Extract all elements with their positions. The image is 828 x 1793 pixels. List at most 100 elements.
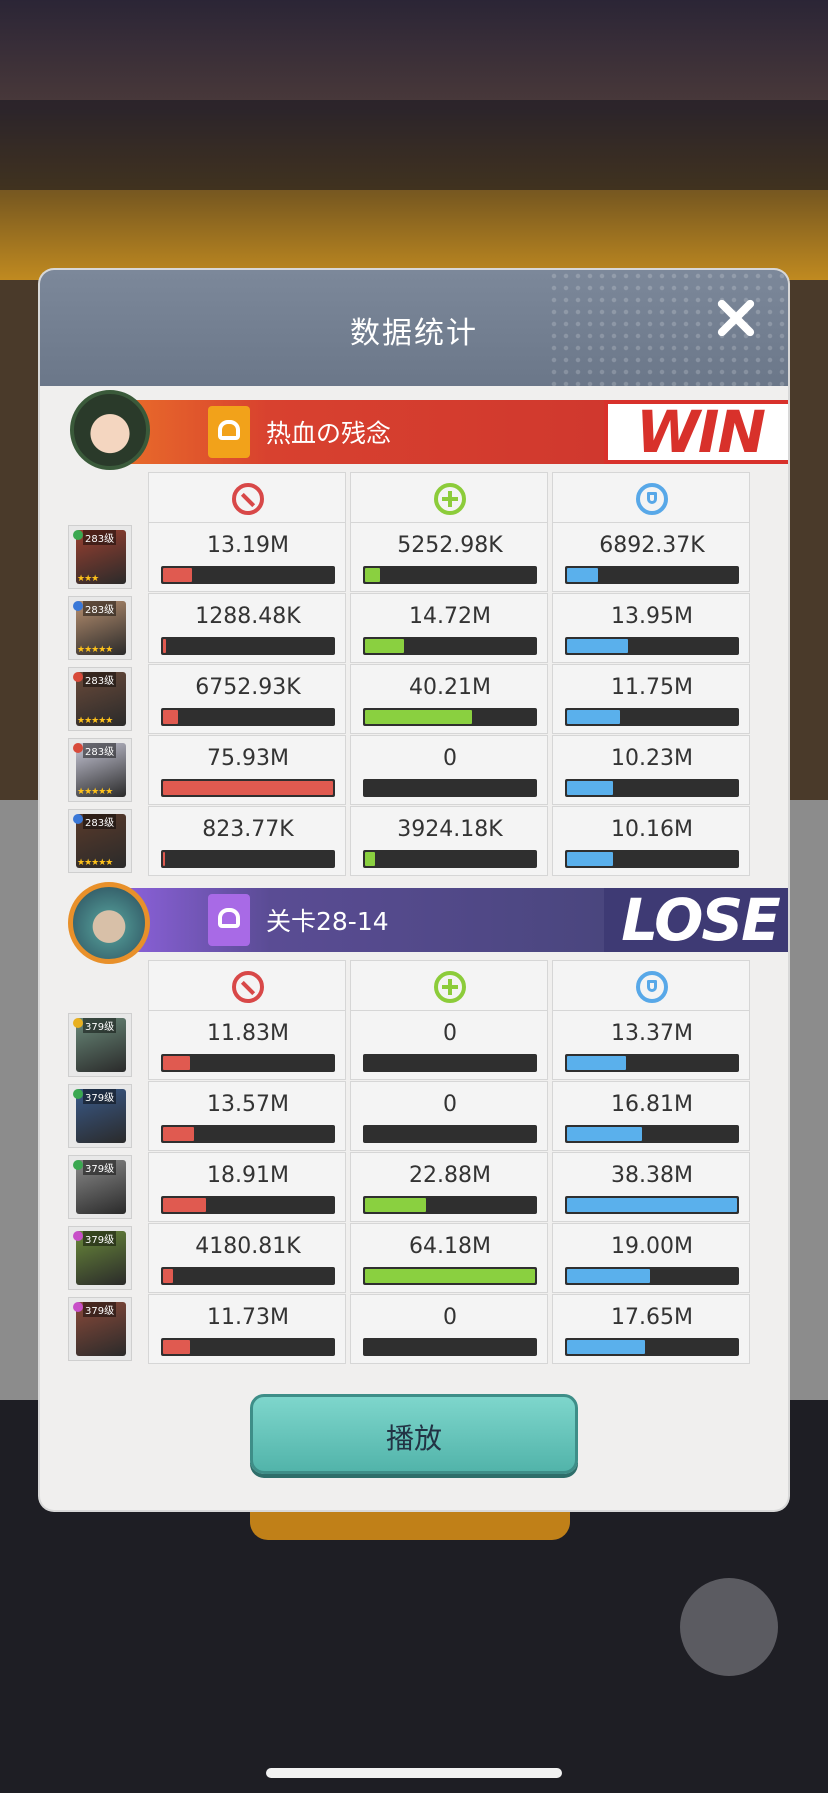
player-avatar [70, 390, 150, 470]
damage-bar [161, 1196, 335, 1214]
heal-cell: 0 [350, 1294, 548, 1364]
hero-level: 283级 [83, 672, 117, 687]
damage-bar [161, 708, 335, 726]
shield-bar [565, 779, 739, 797]
damage-cell: 13.57M [148, 1081, 346, 1151]
heal-icon [434, 483, 466, 515]
shield-bar-fill [567, 710, 620, 724]
shield-bar-fill [567, 1127, 642, 1141]
heal-cell: 14.72M [350, 593, 548, 663]
shield-bar [565, 708, 739, 726]
damage-bar [161, 779, 335, 797]
hero-portrait[interactable]: 283级 ★★★★★ [68, 596, 132, 660]
heal-bar [363, 850, 537, 868]
element-icon [73, 743, 83, 753]
element-icon [73, 1231, 83, 1241]
shield-cell: 13.95M [552, 593, 750, 663]
shield-value: 19.00M [611, 1234, 693, 1259]
hero-stars: ★★★★★ [77, 858, 113, 868]
shield-bar [565, 1267, 739, 1285]
hero-level: 379级 [83, 1089, 117, 1104]
shield-cell: 16.81M [552, 1081, 750, 1151]
shield-cell: 11.75M [552, 664, 750, 734]
heal-bar [363, 1338, 537, 1356]
heal-bar-fill [365, 568, 380, 582]
hero-portrait[interactable]: 379级 [68, 1013, 132, 1077]
hero-portrait[interactable]: 283级 ★★★★★ [68, 738, 132, 802]
heal-cell: 0 [350, 735, 548, 805]
damage-value: 823.77K [202, 817, 294, 842]
damage-value: 13.57M [207, 1092, 289, 1117]
shield-bar [565, 637, 739, 655]
heal-cell: 5252.98K [350, 522, 548, 592]
hero-stat-row: 283级 ★★★ 13.19M 5252.98K 6892.37K [68, 522, 788, 592]
damage-cell: 13.19M [148, 522, 346, 592]
damage-cell: 11.73M [148, 1294, 346, 1364]
damage-value: 1288.48K [195, 604, 301, 629]
heal-value: 22.88M [409, 1163, 491, 1188]
hero-portrait[interactable]: 283级 ★★★★★ [68, 809, 132, 873]
damage-value: 11.83M [207, 1021, 289, 1046]
shield-cell: 10.16M [552, 806, 750, 876]
dialog-title: 数据统计 [350, 316, 478, 351]
element-icon [73, 1160, 83, 1170]
heal-value: 5252.98K [397, 533, 503, 558]
shield-bar [565, 850, 739, 868]
shield-icon [636, 971, 668, 1003]
element-icon [73, 1302, 83, 1312]
heal-bar [363, 1267, 537, 1285]
hero-portrait[interactable]: 283级 ★★★★★ [68, 667, 132, 731]
damage-bar [161, 850, 335, 868]
shield-header [552, 472, 750, 524]
hero-stat-row: 379级 13.57M 0 16.81M [68, 1081, 788, 1151]
heal-cell: 22.88M [350, 1152, 548, 1222]
hero-stat-row: 379级 4180.81K 64.18M 19.00M [68, 1223, 788, 1293]
hero-portrait[interactable]: 379级 [68, 1155, 132, 1219]
heal-bar [363, 1125, 537, 1143]
heal-bar [363, 708, 537, 726]
damage-value: 18.91M [207, 1163, 289, 1188]
hero-portrait[interactable]: 379级 [68, 1226, 132, 1290]
enemy-avatar [68, 882, 150, 964]
hero-portrait[interactable]: 379级 [68, 1084, 132, 1148]
damage-cell: 823.77K [148, 806, 346, 876]
shield-icon [636, 483, 668, 515]
element-icon [73, 814, 83, 824]
hero-portrait[interactable]: 379级 [68, 1297, 132, 1361]
home-indicator [266, 1768, 562, 1778]
shield-bar-fill [567, 1269, 650, 1283]
hero-level: 379级 [83, 1018, 117, 1033]
element-icon [73, 672, 83, 682]
hero-stars: ★★★ [77, 574, 99, 584]
background-stats-fab [680, 1578, 778, 1676]
shield-bar-fill [567, 1056, 626, 1070]
heal-header [350, 472, 548, 524]
hero-stars: ★★★★★ [77, 787, 113, 797]
result-badge-lose: LOSE [604, 888, 788, 952]
hero-stat-row: 379级 18.91M 22.88M 38.38M [68, 1152, 788, 1222]
background-banner [0, 100, 828, 190]
damage-header [148, 472, 346, 524]
heal-value: 0 [443, 1092, 457, 1117]
heal-value: 64.18M [409, 1234, 491, 1259]
play-button[interactable]: 播放 [250, 1394, 578, 1474]
shield-cell: 38.38M [552, 1152, 750, 1222]
element-icon [73, 1089, 83, 1099]
shield-value: 13.37M [611, 1021, 693, 1046]
shield-value: 16.81M [611, 1092, 693, 1117]
heal-bar-fill [365, 710, 472, 724]
element-icon [73, 601, 83, 611]
close-icon[interactable] [708, 290, 764, 346]
hero-stat-row: 283级 ★★★★★ 1288.48K 14.72M 13.95M [68, 593, 788, 663]
damage-value: 6752.93K [195, 675, 301, 700]
damage-cell: 4180.81K [148, 1223, 346, 1293]
shield-bar [565, 1125, 739, 1143]
damage-value: 13.19M [207, 533, 289, 558]
heal-bar-fill [365, 1269, 535, 1283]
shield-bar-fill [567, 568, 598, 582]
hero-stat-row: 283级 ★★★★★ 6752.93K 40.21M 11.75M [68, 664, 788, 734]
hero-portrait[interactable]: 283级 ★★★ [68, 525, 132, 589]
hero-level: 379级 [83, 1302, 117, 1317]
hero-stat-row: 379级 11.83M 0 13.37M [68, 1010, 788, 1080]
hero-level: 283级 [83, 743, 117, 758]
